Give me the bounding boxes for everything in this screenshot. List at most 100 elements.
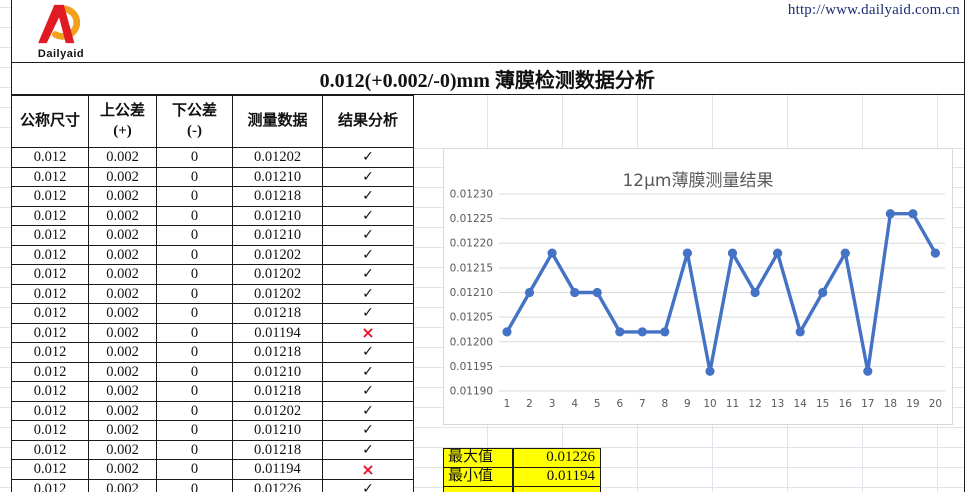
chart-data-point xyxy=(863,367,872,376)
table-row: 0.0120.00200.01202✓ xyxy=(12,401,414,421)
chart-data-point xyxy=(796,327,805,336)
table-row: 0.0120.00200.01210✓ xyxy=(12,226,414,246)
cell-measured: 0.01210 xyxy=(233,362,323,382)
result-pass-check-icon: ✓ xyxy=(323,440,414,460)
cell-upper-tolerance: 0.002 xyxy=(89,206,157,226)
y-axis-tick-label: 0.01230 xyxy=(450,189,493,201)
spreadsheet-report: Dailyaid http://www.dailyaid.com.cn 0.01… xyxy=(0,0,968,492)
result-pass-check-icon: ✓ xyxy=(323,401,414,421)
cell-nominal: 0.012 xyxy=(12,421,89,441)
cell-nominal: 0.012 xyxy=(12,245,89,265)
logo-text: Dailyaid xyxy=(26,48,96,60)
summary-max-row: 最大值 0.01226 xyxy=(443,448,601,468)
y-axis-tick-label: 0.01215 xyxy=(450,262,493,274)
table-header-row: 公称尺寸 上公差(+) 下公差(-) 测量数据 结果分析 xyxy=(12,96,414,148)
min-value: 0.01194 xyxy=(513,467,601,487)
cell-measured: 0.01218 xyxy=(233,382,323,402)
result-pass-check-icon: ✓ xyxy=(323,148,414,168)
cell-upper-tolerance: 0.002 xyxy=(89,245,157,265)
result-pass-check-icon: ✓ xyxy=(323,343,414,363)
result-pass-check-icon: ✓ xyxy=(323,245,414,265)
cell-measured: 0.01202 xyxy=(233,245,323,265)
table-row: 0.0120.00200.01218✓ xyxy=(12,304,414,324)
x-axis-tick-label: 3 xyxy=(549,398,556,410)
chart-data-point xyxy=(886,209,895,218)
column-header-nominal: 公称尺寸 xyxy=(12,96,89,148)
x-axis-tick-label: 13 xyxy=(771,398,784,410)
x-axis-tick-label: 18 xyxy=(884,398,897,410)
company-logo: Dailyaid xyxy=(26,3,96,60)
cell-lower-tolerance: 0 xyxy=(157,304,233,324)
table-row: 0.0120.00200.01218✓ xyxy=(12,343,414,363)
y-axis-tick-label: 0.01210 xyxy=(450,287,493,299)
cell-measured: 0.01210 xyxy=(233,206,323,226)
cell-upper-tolerance: 0.002 xyxy=(89,265,157,285)
chart-data-point xyxy=(773,249,782,258)
cell-nominal: 0.012 xyxy=(12,265,89,285)
x-axis-tick-label: 19 xyxy=(906,398,919,410)
cell-lower-tolerance: 0 xyxy=(157,148,233,168)
sheet-left-border xyxy=(11,0,13,492)
result-pass-check-icon: ✓ xyxy=(323,362,414,382)
x-axis-tick-label: 9 xyxy=(684,398,691,410)
cell-upper-tolerance: 0.002 xyxy=(89,323,157,343)
cell-upper-tolerance: 0.002 xyxy=(89,148,157,168)
chart-data-point xyxy=(660,327,669,336)
website-url[interactable]: http://www.dailyaid.com.cn xyxy=(788,2,960,19)
cell-nominal: 0.012 xyxy=(12,167,89,187)
table-row: 0.0120.00200.01194× xyxy=(12,460,414,480)
cell-upper-tolerance: 0.002 xyxy=(89,479,157,492)
cell-nominal: 0.012 xyxy=(12,440,89,460)
logo-mark-icon xyxy=(33,3,89,45)
cell-nominal: 0.012 xyxy=(12,284,89,304)
column-header-result: 结果分析 xyxy=(323,96,414,148)
chart-data-point xyxy=(818,288,827,297)
cell-lower-tolerance: 0 xyxy=(157,421,233,441)
cell-lower-tolerance: 0 xyxy=(157,440,233,460)
cell-measured: 0.01202 xyxy=(233,148,323,168)
cell-lower-tolerance: 0 xyxy=(157,362,233,382)
cell-upper-tolerance: 0.002 xyxy=(89,421,157,441)
chart-data-point xyxy=(728,249,737,258)
cell-nominal: 0.012 xyxy=(12,187,89,207)
cell-nominal: 0.012 xyxy=(12,382,89,402)
cell-nominal: 0.012 xyxy=(12,323,89,343)
chart-data-point xyxy=(705,367,714,376)
cell-lower-tolerance: 0 xyxy=(157,460,233,480)
measurement-line-chart: 12μm薄膜测量结果0.011900.011950.012000.012050.… xyxy=(443,148,953,425)
cell-measured: 0.01202 xyxy=(233,401,323,421)
cell-measured: 0.01202 xyxy=(233,265,323,285)
cell-lower-tolerance: 0 xyxy=(157,187,233,207)
report-title: 0.012(+0.002/-0)mm 薄膜检测数据分析 xyxy=(11,62,964,95)
x-axis-tick-label: 6 xyxy=(616,398,623,410)
cell-lower-tolerance: 0 xyxy=(157,245,233,265)
cell-lower-tolerance: 0 xyxy=(157,479,233,492)
cell-nominal: 0.012 xyxy=(12,362,89,382)
cell-nominal: 0.012 xyxy=(12,401,89,421)
result-pass-check-icon: ✓ xyxy=(323,167,414,187)
cell-upper-tolerance: 0.002 xyxy=(89,362,157,382)
sheet-right-border xyxy=(964,0,966,492)
cell-upper-tolerance: 0.002 xyxy=(89,304,157,324)
cell-lower-tolerance: 0 xyxy=(157,265,233,285)
cell-measured: 0.01218 xyxy=(233,304,323,324)
chart-data-point xyxy=(502,327,511,336)
result-pass-check-icon: ✓ xyxy=(323,304,414,324)
cell-upper-tolerance: 0.002 xyxy=(89,460,157,480)
cell-lower-tolerance: 0 xyxy=(157,343,233,363)
cell-measured: 0.01218 xyxy=(233,440,323,460)
result-pass-check-icon: ✓ xyxy=(323,187,414,207)
chart-data-point xyxy=(751,288,760,297)
excel-grid-top-band xyxy=(413,95,965,149)
chart-title: 12μm薄膜测量结果 xyxy=(622,171,773,191)
x-axis-tick-label: 17 xyxy=(861,398,874,410)
y-axis-tick-label: 0.01205 xyxy=(450,312,493,324)
table-row: 0.0120.00200.01202✓ xyxy=(12,245,414,265)
x-axis-tick-label: 14 xyxy=(794,398,808,410)
result-pass-check-icon: ✓ xyxy=(323,284,414,304)
table-row: 0.0120.00200.01226✓ xyxy=(12,479,414,492)
y-axis-tick-label: 0.01200 xyxy=(450,336,493,348)
cell-upper-tolerance: 0.002 xyxy=(89,440,157,460)
x-axis-tick-label: 15 xyxy=(816,398,829,410)
chart-data-point xyxy=(525,288,534,297)
